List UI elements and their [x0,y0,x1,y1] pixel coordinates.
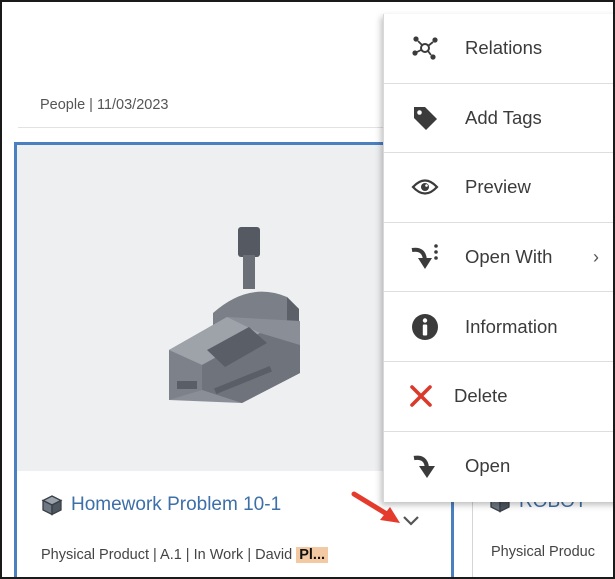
menu-item-label: Add Tags [465,106,542,128]
open-icon [410,451,440,481]
menu-item-label: Relations [465,37,543,59]
menu-item-open[interactable]: Open [384,432,613,502]
context-menu: Relations Add Tags Preview Open With › I… [383,14,613,502]
menu-item-delete[interactable]: Delete [384,362,613,432]
menu-item-information[interactable]: Information [384,292,613,362]
menu-item-open-with[interactable]: Open With › [384,223,613,293]
details-text: Physical Product | A.1 | In Work | David [41,547,297,563]
cube-icon [41,495,63,516]
info-icon [410,312,440,342]
menu-item-label: Open With [465,246,553,268]
open-with-icon [410,242,440,272]
robot-card-details: Physical Produc [491,544,595,560]
selected-card-title[interactable]: Homework Problem 10-1 [71,494,281,516]
menu-item-label: Delete [454,385,508,407]
relations-icon [410,33,440,63]
menu-item-relations[interactable]: Relations [384,14,613,84]
menu-item-label: Information [465,315,558,337]
selected-card-details: Physical Product | A.1 | In Work | David… [41,547,329,563]
menu-item-label: Preview [465,176,531,198]
eye-icon [410,172,440,202]
selected-card-title-row[interactable]: Homework Problem 10-1 [41,494,281,516]
menu-item-label: Open [465,455,511,477]
details-highlight: Pl... [296,547,329,563]
menu-item-add-tags[interactable]: Add Tags [384,84,613,154]
delete-icon [406,381,436,411]
tag-icon [410,103,440,133]
window-frame: People | 11/03/2023 Homework Problem 10-… [0,0,615,579]
chevron-right-icon: › [593,246,599,267]
previous-card-meta: People | 11/03/2023 [40,97,169,113]
menu-item-preview[interactable]: Preview [384,153,613,223]
